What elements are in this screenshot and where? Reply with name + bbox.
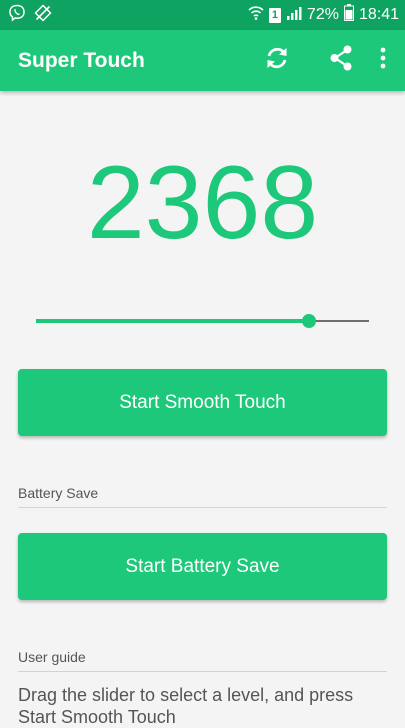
no-location-icon [34,3,52,27]
refresh-button[interactable] [255,37,299,85]
status-right: 1 72% 18:41 [248,4,399,26]
slider-fill [36,319,310,323]
more-vertical-icon [380,47,386,74]
sim-slot-label: 1 [271,8,278,21]
status-left [8,3,52,27]
status-bar: 1 72% 18:41 [0,0,405,30]
app-actions [255,37,405,85]
slider-thumb[interactable] [302,314,317,328]
battery-save-label: Battery Save [18,485,99,501]
signal-icon [286,5,302,26]
user-guide-text: Drag the slider to select a level, and p… [18,685,354,727]
app-bar: Super Touch [0,30,405,91]
app-title: Super Touch [18,48,145,72]
user-guide-divider [18,671,387,672]
battery-icon [343,4,354,26]
wifi-icon [248,5,264,26]
start-smooth-touch-button[interactable]: Start Smooth Touch [18,369,387,436]
battery-save-divider [18,507,387,508]
start-battery-save-button[interactable]: Start Battery Save [18,533,387,600]
share-icon [327,44,355,77]
level-value: 2368 [86,145,319,261]
user-guide-label: User guide [18,649,86,665]
share-button[interactable] [319,37,363,85]
clock: 18:41 [358,6,399,23]
battery-percent: 72% [306,6,339,23]
level-slider[interactable] [36,308,369,334]
viber-icon [8,4,26,27]
sim-icon: 1 [268,7,281,23]
more-options-button[interactable] [365,37,401,85]
refresh-icon [263,44,291,77]
